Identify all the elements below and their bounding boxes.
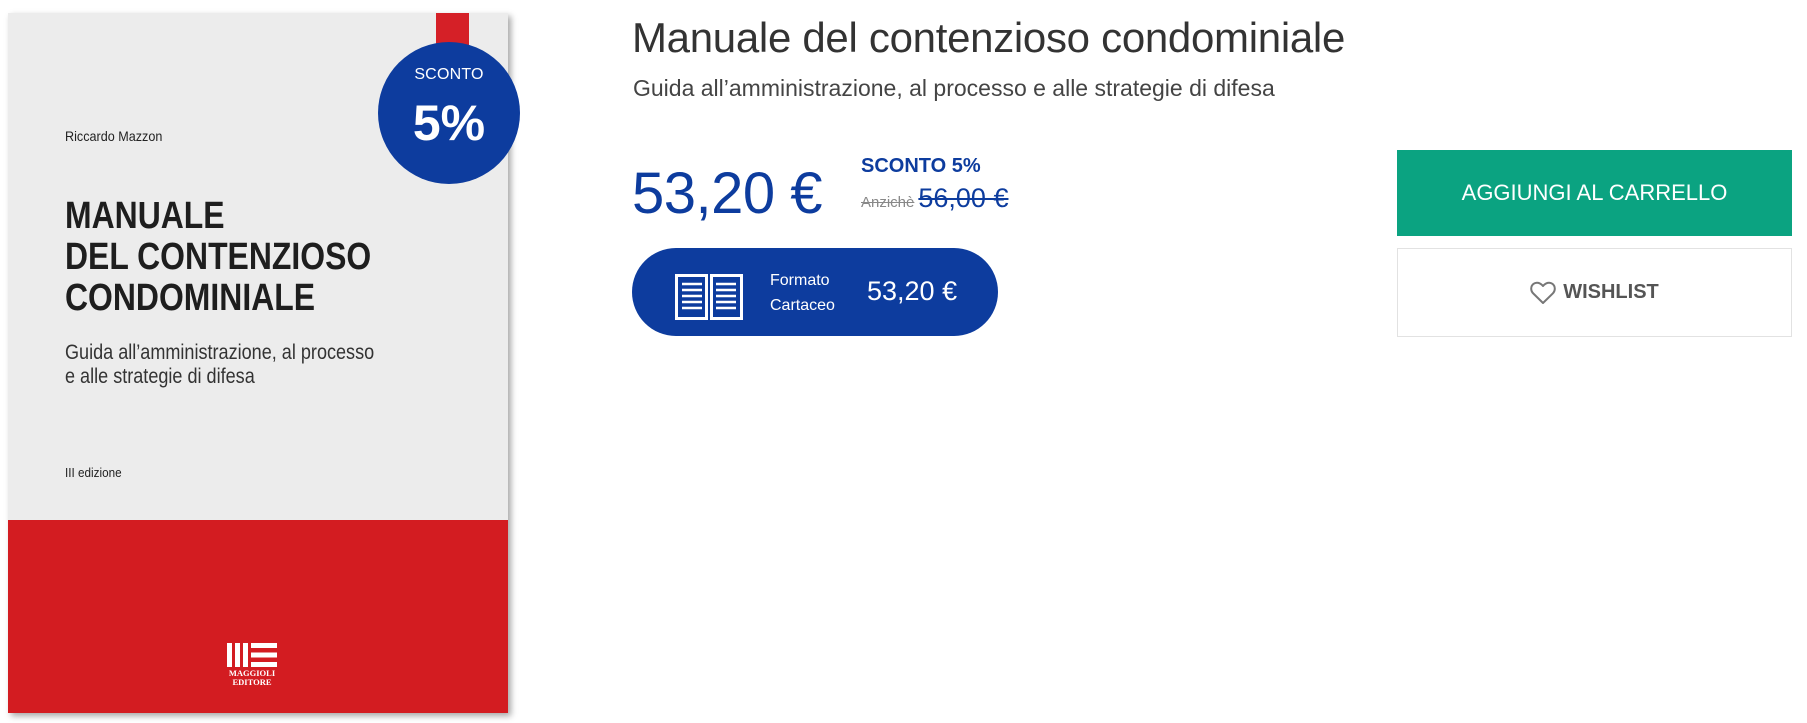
cover-title-line: CONDOMINIALE: [65, 277, 316, 319]
format-label-line: Cartaceo: [770, 297, 835, 314]
badge-value: 5%: [412, 95, 486, 151]
product-title: Manuale del contenzioso condominiale: [632, 14, 1346, 61]
old-price: 56,00 €: [918, 183, 1009, 213]
format-option-cartaceo[interactable]: Formato Cartaceo 53,20 €: [632, 248, 998, 336]
old-price-prefix: Anzichè: [861, 194, 915, 211]
current-price: 53,20 €: [632, 161, 823, 226]
cover-subtitle-line: Guida all’amministrazione, al processo: [65, 341, 375, 364]
maggioli-editore-logo: MAGGIOLI EDITORE: [227, 643, 277, 687]
cover-title-line: DEL CONTENZIOSO: [65, 236, 372, 278]
cover-title: MANUALE DEL CONTENZIOSO CONDOMINIALE: [65, 196, 401, 319]
old-price-row: Anzichè 56,00 €: [861, 183, 1008, 214]
format-price: 53,20 €: [867, 276, 958, 306]
cover-title-line: MANUALE: [65, 195, 225, 237]
wishlist-label: WISHLIST: [1563, 281, 1659, 303]
format-label: Formato Cartaceo: [770, 268, 835, 318]
badge-label: SCONTO: [414, 66, 484, 83]
cover-author: Riccardo Mazzon: [65, 128, 163, 144]
publisher-name-line-2: EDITORE: [232, 677, 271, 687]
product-subtitle: Guida all’amministrazione, al processo e…: [633, 75, 1275, 101]
discount-label: SCONTO 5%: [861, 155, 981, 177]
discount-badge: SCONTO 5%: [378, 42, 520, 184]
open-book-icon: [675, 274, 743, 320]
cover-subtitle: Guida all’amministrazione, al processo e…: [65, 341, 375, 389]
wishlist-button[interactable]: WISHLIST: [1397, 248, 1792, 337]
cover-subtitle-line: e alle strategie di difesa: [65, 365, 255, 388]
cover-edition: III edizione: [65, 465, 122, 480]
heart-icon: [1530, 281, 1556, 304]
format-label-line: Formato: [770, 272, 830, 289]
cover-red-band: MAGGIOLI EDITORE: [8, 520, 508, 713]
add-to-cart-button[interactable]: AGGIUNGI AL CARRELLO: [1397, 150, 1792, 236]
